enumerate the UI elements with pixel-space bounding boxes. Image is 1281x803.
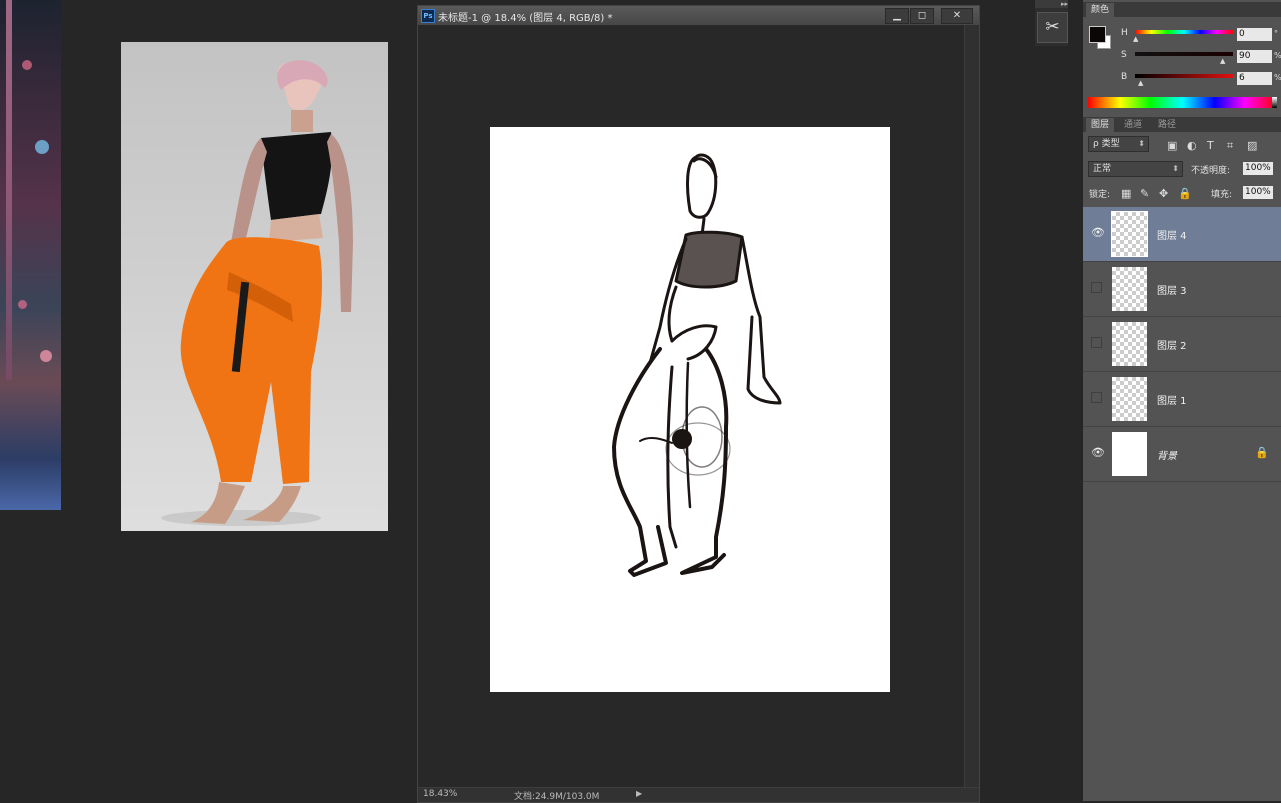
visibility-eye-icon[interactable]: 👁 <box>1091 447 1105 458</box>
hue-unit: ° <box>1274 29 1278 38</box>
hue-label: H <box>1121 28 1128 38</box>
document-title-bar[interactable]: Ps 未标题-1 @ 18.4% (图层 4, RGB/8) * ▁ ◻ ✕ <box>418 6 979 25</box>
layer-thumbnail <box>1111 211 1148 257</box>
layer-lock-icon: 🔒 <box>1255 446 1269 459</box>
visibility-toggle-empty[interactable] <box>1091 392 1102 403</box>
color-spectrum-bar[interactable] <box>1088 97 1277 108</box>
lock-position-icon[interactable]: ✥ <box>1159 187 1168 200</box>
saturation-value-field[interactable]: 90 <box>1237 50 1272 63</box>
fill-field[interactable]: 100% <box>1243 186 1273 199</box>
document-size-readout: 文档:24.9M/103.0M <box>514 792 600 802</box>
layer-name: 背景 <box>1157 451 1177 462</box>
panel-grip[interactable]: ▸▸ <box>1035 0 1068 8</box>
layer-row-4[interactable]: 👁 图层 4 <box>1083 207 1281 262</box>
layer-name: 图层 2 <box>1157 341 1187 352</box>
blend-mode-select[interactable]: 正常 <box>1088 161 1183 177</box>
opacity-field[interactable]: 100% <box>1243 162 1273 175</box>
tab-layers[interactable]: 图层 <box>1086 118 1115 132</box>
reference-image-left <box>0 0 61 510</box>
collapsed-tool-panel[interactable]: ▸▸ ✂ <box>1035 0 1068 46</box>
type-filter-icon[interactable]: T <box>1207 139 1214 152</box>
brightness-slider[interactable] <box>1135 74 1233 78</box>
layer-name: 图层 4 <box>1157 231 1187 242</box>
saturation-label: S <box>1121 50 1127 60</box>
close-button[interactable]: ✕ <box>941 8 973 24</box>
lock-label: 锁定: <box>1089 190 1111 200</box>
fill-label: 填充: <box>1211 190 1233 200</box>
hue-value-field[interactable]: 0 <box>1237 28 1272 41</box>
layer-thumbnail <box>1112 432 1147 476</box>
brightness-slider-thumb[interactable]: ▲ <box>1138 79 1143 87</box>
photoshop-logo-icon: Ps <box>421 9 435 23</box>
lock-all-icon[interactable]: 🔒 <box>1178 187 1192 200</box>
lock-transparent-pixels-icon[interactable]: ▦ <box>1121 187 1131 200</box>
tab-paths[interactable]: 路径 <box>1153 118 1181 132</box>
smart-object-filter-icon[interactable]: ▨ <box>1247 139 1257 152</box>
layer-row-3[interactable]: 图层 3 <box>1083 262 1281 317</box>
visibility-eye-icon[interactable]: 👁 <box>1091 227 1105 238</box>
pixel-filter-icon[interactable]: ▣ <box>1167 139 1177 152</box>
document-title: 未标题-1 @ 18.4% (图层 4, RGB/8) * <box>438 13 613 24</box>
status-bar: 18.43% 文档:24.9M/103.0M ▶ <box>418 787 979 802</box>
zoom-readout[interactable]: 18.43% <box>423 789 457 799</box>
status-menu-arrow-icon[interactable]: ▶ <box>636 789 642 798</box>
visibility-toggle-empty[interactable] <box>1091 337 1102 348</box>
tab-color[interactable]: 颜色 <box>1086 3 1115 17</box>
layer-filter-kind-select[interactable]: ρ 类型 <box>1088 136 1149 152</box>
layers-panel-tabs: 图层 通道 路径 <box>1083 117 1281 132</box>
adjustment-filter-icon[interactable]: ◐ <box>1187 139 1197 152</box>
minimize-button[interactable]: ▁ <box>885 8 909 24</box>
layer-thumbnail <box>1112 267 1147 311</box>
layer-name: 图层 3 <box>1157 286 1187 297</box>
visibility-toggle-empty[interactable] <box>1091 282 1102 293</box>
foreground-color-swatch[interactable] <box>1089 26 1106 43</box>
saturation-unit: % <box>1274 51 1281 60</box>
maximize-button[interactable]: ◻ <box>910 8 934 24</box>
hue-slider[interactable] <box>1135 30 1233 34</box>
reference-photo-model <box>121 42 388 531</box>
brightness-value-field[interactable]: 6 <box>1237 72 1272 85</box>
layer-thumbnail <box>1112 377 1147 421</box>
drawing-canvas[interactable] <box>490 127 890 692</box>
color-panel-tabs: 颜色 <box>1083 2 1281 17</box>
layer-thumbnail <box>1112 322 1147 366</box>
layer-row-2[interactable]: 图层 2 <box>1083 317 1281 372</box>
layer-row-background[interactable]: 👁 背景 🔒 <box>1083 427 1281 482</box>
shape-filter-icon[interactable]: ⌗ <box>1227 139 1233 153</box>
brightness-label: B <box>1121 72 1128 82</box>
saturation-slider-thumb[interactable]: ▲ <box>1220 57 1225 65</box>
hue-slider-thumb[interactable]: ▲ <box>1133 35 1138 43</box>
tab-channels[interactable]: 通道 <box>1119 118 1147 132</box>
lock-image-pixels-icon[interactable]: ✎ <box>1140 187 1149 200</box>
document-window[interactable]: Ps 未标题-1 @ 18.4% (图层 4, RGB/8) * ▁ ◻ ✕ 1 <box>417 5 980 803</box>
brightness-unit: % <box>1274 73 1281 82</box>
right-panel-dock: 颜色 H ▲ 0 ° S ▲ 90 % B ▲ 6 % 图层 通道 路径 ρ 类… <box>1083 0 1281 801</box>
vertical-scrollbar[interactable] <box>964 25 979 788</box>
opacity-label: 不透明度: <box>1191 166 1231 176</box>
layer-row-1[interactable]: 图层 1 <box>1083 372 1281 427</box>
layer-name: 图层 1 <box>1157 396 1187 407</box>
saturation-slider[interactable] <box>1135 52 1233 56</box>
tool-presets-icon[interactable]: ✂ <box>1037 12 1068 43</box>
